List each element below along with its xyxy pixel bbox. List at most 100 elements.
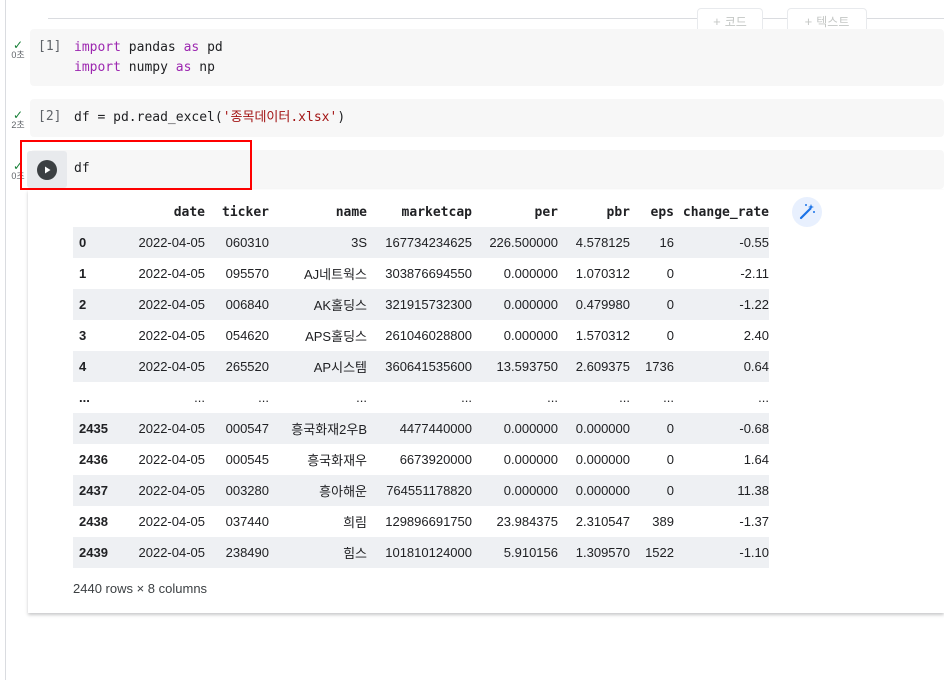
column-header: ticker	[222, 204, 269, 220]
row-index: 1	[79, 266, 87, 281]
dataframe-table: date ticker name marketcap per pbr eps change_r…	[73, 197, 769, 568]
table-cell: 037440	[225, 514, 269, 529]
column-header: eps	[650, 204, 674, 220]
table-cell: 6673920000	[399, 452, 472, 467]
cell-2-status: ✓ 2초	[8, 109, 28, 130]
cell-2-code[interactable]: df = pd.read_excel('종목데이터.xlsx')	[74, 108, 345, 128]
table-row: 2437 2022-04-05 003280 흥아해운 764551178820 0.00…	[73, 475, 769, 506]
table-cell: 0.000000	[503, 421, 558, 436]
table-cell: 006840	[225, 297, 269, 312]
table-cell: 2022-04-05	[138, 483, 206, 498]
table-cell: 0.000000	[503, 328, 558, 343]
table-cell: 1.570312	[575, 328, 630, 343]
magic-wand-icon	[799, 204, 815, 220]
cell-2-exec-count: [2]	[38, 109, 62, 124]
table-cell: APS홀딩스	[305, 329, 367, 344]
add-code-label: 코드	[724, 14, 747, 29]
table-cell: 129896691750	[385, 514, 472, 529]
table-cell: -1.22	[739, 297, 769, 312]
table-cell: 2022-04-05	[138, 514, 206, 529]
notebook-left-border	[5, 0, 6, 680]
table-cell: 2022-04-05	[138, 421, 206, 436]
table-cell: 희림	[343, 515, 367, 530]
row-index: ...	[79, 390, 90, 405]
magic-wand-button[interactable]	[792, 197, 822, 227]
table-cell: ...	[619, 390, 630, 405]
add-text-label: 텍스트	[816, 14, 850, 29]
table-cell: 2022-04-05	[138, 328, 206, 343]
row-index: 2438	[79, 514, 108, 529]
table-cell: 321915732300	[385, 297, 472, 312]
table-cell: 2022-04-05	[138, 359, 206, 374]
table-cell: 060310	[225, 235, 269, 250]
table-cell: 1522	[645, 545, 674, 560]
table-cell: 003280	[225, 483, 269, 498]
column-header	[73, 197, 125, 227]
code-line: import pandas as pd	[74, 40, 223, 55]
row-index: 4	[79, 359, 87, 374]
row-index: 2	[79, 297, 87, 312]
table-cell: 0.000000	[575, 421, 630, 436]
table-cell: 2022-04-05	[138, 235, 206, 250]
table-cell: 0.000000	[575, 452, 630, 467]
table-cell: ...	[194, 390, 205, 405]
row-index: 2437	[79, 483, 108, 498]
table-cell: ...	[461, 390, 472, 405]
table-cell: 095570	[225, 266, 269, 281]
table-cell: 0.000000	[503, 483, 558, 498]
table-cell: 238490	[225, 545, 269, 560]
table-cell: 0.000000	[503, 297, 558, 312]
cell-1-time: 0초	[11, 50, 25, 60]
table-cell: 2022-04-05	[138, 266, 206, 281]
table-cell: AK홀딩스	[313, 298, 367, 313]
table-row: 1 2022-04-05 095570 AJ네트웍스 303876694550 0.000…	[73, 258, 769, 289]
column-header: change_rate	[682, 204, 769, 220]
table-cell: ...	[663, 390, 674, 405]
row-index: 2435	[79, 421, 108, 436]
code-line: import numpy as np	[74, 60, 215, 75]
table-cell: 힘스	[343, 546, 367, 561]
table-cell: 1.070312	[575, 266, 630, 281]
plus-icon: +	[713, 13, 721, 29]
table-row: ...........................	[73, 382, 769, 413]
table-cell: 2022-04-05	[138, 297, 206, 312]
table-cell: 4.578125	[575, 235, 630, 250]
table-cell: 0	[666, 297, 674, 312]
table-cell: 23.984375	[496, 514, 558, 529]
table-cell: 226.500000	[489, 235, 558, 250]
row-index: 0	[79, 235, 87, 250]
table-cell: 4477440000	[399, 421, 472, 436]
table-cell: 0.000000	[503, 452, 558, 467]
table-cell: 흥아해운	[319, 484, 367, 499]
table-cell: 167734234625	[385, 235, 472, 250]
table-cell: AP시스템	[313, 360, 367, 375]
row-index: 2439	[79, 545, 108, 560]
table-cell: 0	[666, 452, 674, 467]
table-cell: -1.37	[739, 514, 769, 529]
table-row: 2435 2022-04-05 000547 흥국화재2우B 4477440000 0.0…	[73, 413, 769, 444]
table-cell: 000547	[225, 421, 269, 436]
table-cell: 0	[666, 328, 674, 343]
table-cell: 1.64	[743, 452, 769, 467]
table-cell: 흥국화재우	[307, 453, 367, 468]
row-index: 2436	[79, 452, 108, 467]
table-row: 2 2022-04-05 006840 AK홀딩스 321915732300 0.0000…	[73, 289, 769, 320]
column-header: pbr	[606, 204, 630, 220]
table-cell: 0.000000	[575, 483, 630, 498]
table-cell: -0.68	[739, 421, 769, 436]
table-cell: 265520	[225, 359, 269, 374]
table-cell: 2022-04-05	[138, 545, 206, 560]
table-cell: 0.479980	[575, 297, 630, 312]
cell-1-code[interactable]: import pandas as pd import numpy as np	[74, 38, 223, 78]
table-cell: ...	[258, 390, 269, 405]
table-cell: 13.593750	[496, 359, 558, 374]
row-index: 3	[79, 328, 87, 343]
cell-1-exec-count: [1]	[38, 39, 62, 54]
table-cell: ...	[547, 390, 558, 405]
highlight-box	[20, 140, 252, 190]
table-cell: 389	[652, 514, 674, 529]
table-cell: AJ네트웍스	[303, 267, 367, 282]
table-cell: 1.309570	[575, 545, 630, 560]
code-line: df = pd.read_excel('종목데이터.xlsx')	[74, 110, 346, 125]
table-cell: 1736	[645, 359, 674, 374]
